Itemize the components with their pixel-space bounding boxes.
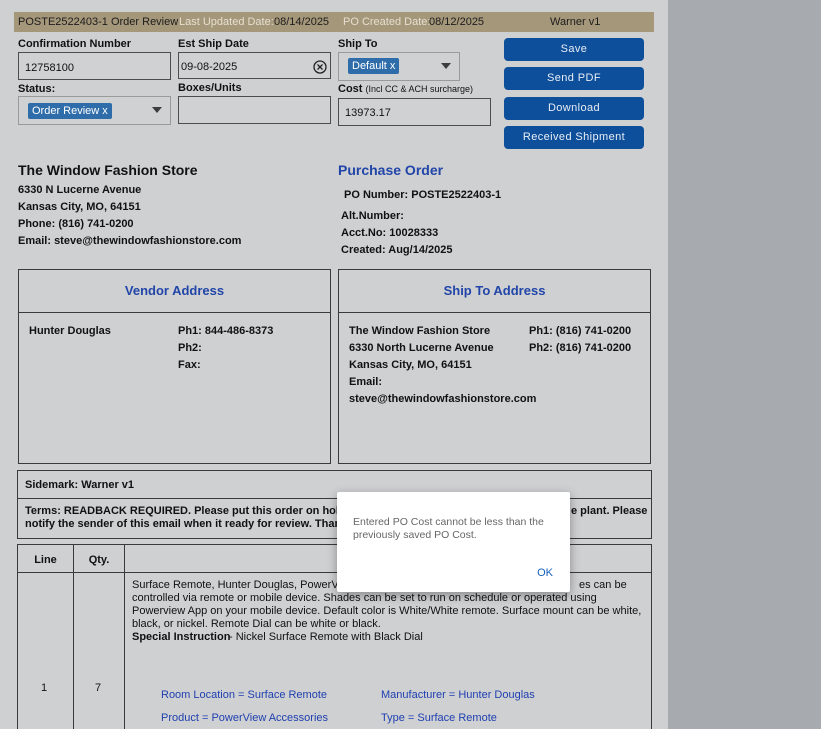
ok-button[interactable]: OK	[537, 567, 553, 579]
status-select[interactable]: Order Review x	[18, 96, 171, 125]
store-email: Email: steve@thewindowfashionstore.com	[18, 235, 242, 247]
cost-value: 13973.17	[345, 107, 391, 119]
po-created-date: Created: Aug/14/2025	[341, 244, 453, 256]
vendor-fax: Fax:	[178, 359, 201, 371]
chevron-down-icon	[152, 107, 162, 113]
last-updated-label: Last Updated Date:	[179, 16, 274, 28]
terms-line1-end: e plant. Please	[571, 505, 648, 517]
desc-line4: black, or nickel. Remote Dial can be whi…	[132, 618, 381, 630]
desc-line1-end: es can be	[579, 579, 627, 591]
ship-to-email-label: Email:	[349, 376, 383, 388]
po-created-value: 08/12/2025	[429, 16, 485, 28]
save-button[interactable]: Save	[504, 38, 644, 61]
vendor-ph2: Ph2:	[178, 342, 202, 354]
last-updated-value: 08/14/2025	[274, 16, 330, 28]
purchase-order-title: Purchase Order	[338, 162, 444, 178]
clear-date-icon[interactable]	[313, 60, 327, 74]
est-ship-date-field[interactable]: 09-08-2025	[178, 52, 331, 79]
confirmation-number-label: Confirmation Number	[18, 38, 132, 50]
cost-label: Cost (Incl CC & ACH surcharge)	[338, 83, 473, 95]
ship-to-label: Ship To	[338, 38, 378, 50]
ship-to-select[interactable]: Default x	[338, 52, 460, 81]
boxes-units-field[interactable]	[178, 96, 331, 124]
ship-to-address-box: Ship To Address The Window Fashion Store…	[338, 269, 651, 464]
column-header-qty-label: Qty.	[88, 554, 110, 566]
table-row-line-cell: 1	[18, 573, 74, 729]
header-sidemark: Warner v1	[550, 16, 601, 28]
table-row-qty-cell: 7	[74, 573, 125, 729]
status-label: Status:	[18, 83, 56, 95]
column-header-line: Line	[18, 545, 74, 573]
alert-dialog: Entered PO Cost cannot be less than the …	[337, 492, 570, 592]
table-row-description-cell: Surface Remote, Hunter Douglas, PowerVi …	[125, 573, 652, 729]
store-address-line1: 6330 N Lucerne Avenue	[18, 184, 142, 196]
ship-to-chip-default[interactable]: Default x	[348, 58, 400, 74]
type-attr: Type = Surface Remote	[381, 712, 497, 724]
ship-to-line1: The Window Fashion Store	[349, 325, 491, 337]
confirmation-number-field[interactable]: 12758100	[18, 52, 171, 80]
est-ship-date-value: 09-08-2025	[181, 61, 238, 73]
ship-to-email: steve@thewindowfashionstore.com	[349, 393, 537, 405]
ship-to-line3: Kansas City, MO, 64151	[349, 359, 472, 371]
cost-surcharge-note: (Incl CC & ACH surcharge)	[365, 84, 474, 94]
special-instruction-label: Special Instruction	[132, 631, 231, 643]
boxes-units-label: Boxes/Units	[178, 82, 242, 94]
desc-line1-start: Surface Remote, Hunter Douglas, PowerVi	[132, 579, 341, 591]
order-review-page: POSTE2522403-1 Order Review Last Updated…	[0, 0, 668, 729]
confirmation-number-value: 12758100	[25, 62, 74, 74]
order-title: POSTE2522403-1 Order Review	[18, 16, 179, 28]
row-quantity: 7	[95, 682, 102, 694]
po-number: PO Number: POSTE2522403-1	[344, 189, 502, 201]
vendor-name: Hunter Douglas	[29, 325, 111, 337]
manufacturer-attr: Manufacturer = Hunter Douglas	[381, 689, 535, 701]
row-line-number: 1	[41, 682, 48, 694]
special-instruction-text: - Nickel Surface Remote with Black Dial	[229, 631, 423, 643]
vendor-address-box: Vendor Address Hunter Douglas Ph1: 844-4…	[18, 269, 331, 464]
ship-to-address-title: Ship To Address	[339, 270, 650, 313]
side-backdrop	[668, 0, 821, 729]
column-header-qty: Qty.	[74, 545, 125, 573]
store-address-line2: Kansas City, MO, 64151	[18, 201, 141, 213]
chevron-down-icon	[441, 63, 451, 69]
alt-number: Alt.Number:	[341, 210, 404, 222]
terms-line1-start: Terms: READBACK REQUIRED. Please put thi…	[25, 505, 369, 517]
status-chip-order-review[interactable]: Order Review x	[28, 103, 112, 119]
desc-line3: Powerview App on your mobile device. Def…	[132, 605, 642, 617]
po-created-label: PO Created Date:	[343, 16, 431, 28]
ship-to-ph2: Ph2: (816) 741-0200	[529, 342, 632, 354]
received-shipment-button[interactable]: Received Shipment	[504, 126, 644, 149]
acct-number: Acct.No: 10028333	[341, 227, 439, 239]
store-name: The Window Fashion Store	[18, 162, 198, 178]
vendor-address-title: Vendor Address	[19, 270, 330, 313]
store-phone: Phone: (816) 741-0200	[18, 218, 134, 230]
sidemark-row: Sidemark: Warner v1	[25, 479, 135, 491]
ship-to-ph1: Ph1: (816) 741-0200	[529, 325, 632, 337]
column-header-line-label: Line	[34, 554, 57, 566]
order-header-bar: POSTE2522403-1 Order Review Last Updated…	[14, 12, 654, 32]
alert-message: Entered PO Cost cannot be less than the …	[353, 516, 544, 541]
est-ship-date-label: Est Ship Date	[178, 38, 249, 50]
vendor-ph1: Ph1: 844-486-8373	[178, 325, 274, 337]
cost-field[interactable]: 13973.17	[338, 98, 491, 126]
send-pdf-button[interactable]: Send PDF	[504, 67, 644, 90]
terms-line2: notify the sender of this email when it …	[25, 518, 357, 530]
download-button[interactable]: Download	[504, 97, 644, 120]
product-attr: Product = PowerView Accessories	[161, 712, 329, 724]
room-location-attr: Room Location = Surface Remote	[161, 689, 328, 701]
desc-line2: controlled via remote or mobile device. …	[132, 592, 597, 604]
cost-label-text: Cost	[338, 83, 363, 95]
ship-to-line2: 6330 North Lucerne Avenue	[349, 342, 494, 354]
